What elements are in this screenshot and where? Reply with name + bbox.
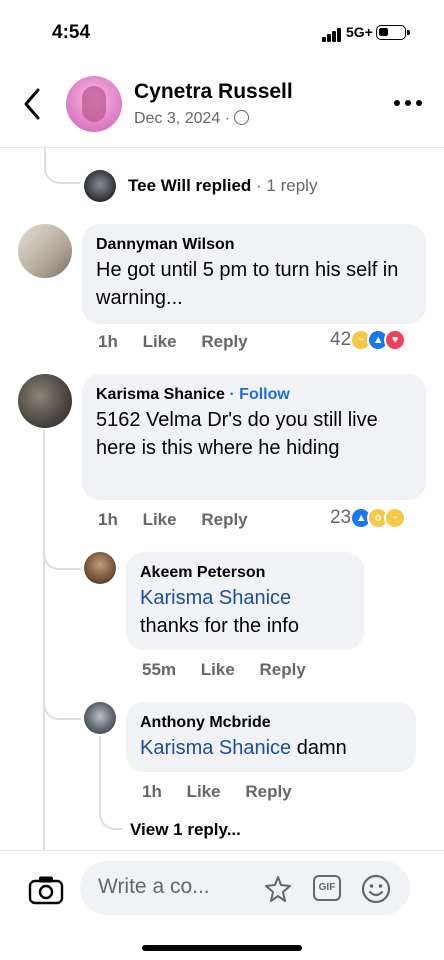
reply-author[interactable]: Akeem Peterson [140, 562, 350, 584]
post-date: Dec 3, 2024 · [134, 110, 250, 128]
view-more-replies-link[interactable]: View 1 reply... [130, 820, 241, 840]
reply-button[interactable]: Reply [201, 510, 247, 529]
like-button[interactable]: Like [143, 510, 177, 529]
reaction-count: 42 [330, 329, 352, 350]
sticker-icon[interactable] [262, 873, 294, 905]
comment-author-line: Karisma Shanice · Follow [96, 384, 412, 406]
reply-actions: 1h Like Reply [142, 782, 312, 802]
reply-bubble: Anthony Mcbride Karisma Shanice damn [126, 702, 416, 772]
reply-time: 1h [142, 782, 162, 801]
thread-line [43, 430, 45, 850]
avatar[interactable] [18, 374, 72, 428]
thread-line [99, 736, 101, 798]
avatar[interactable] [18, 224, 72, 278]
like-button[interactable]: Like [143, 332, 177, 351]
comment-composer: Write a co... GIF [0, 850, 444, 960]
reply-text: thanks for the info [140, 615, 299, 637]
more-icon[interactable] [394, 100, 422, 108]
collapsed-reply-name: Tee Will replied [128, 176, 252, 195]
back-chevron-icon[interactable] [18, 84, 48, 124]
status-time: 4:54 [52, 22, 91, 43]
avatar[interactable] [84, 552, 116, 584]
like-button[interactable]: Like [187, 782, 221, 801]
reply-button[interactable]: Reply [245, 782, 291, 801]
comment-time: 1h [98, 332, 118, 351]
comment-bubble: Dannyman Wilson He got until 5 pm to tur… [82, 224, 426, 324]
reply-actions: 55m Like Reply [142, 660, 326, 680]
signal-icon [322, 28, 342, 42]
reaction-summary[interactable]: 23 ▲ o ᵕ [330, 507, 407, 529]
emoji-icon[interactable] [360, 873, 392, 905]
page-title[interactable]: Cynetra Russell [134, 80, 293, 104]
comment-actions: 1h Like Reply [98, 332, 268, 352]
avatar[interactable] [84, 702, 116, 734]
globe-icon [234, 110, 250, 125]
comment-text: He got until 5 pm to turn his self in wa… [96, 259, 399, 309]
reaction-summary[interactable]: 42 ᵕ ▲ ♥ [330, 329, 407, 351]
comment-input-placeholder: Write a co... [98, 875, 210, 898]
reply-button[interactable]: Reply [260, 660, 306, 679]
comment-author[interactable]: Karisma Shanice [96, 386, 225, 403]
thread-line [43, 690, 81, 720]
comment-actions: 1h Like Reply [98, 510, 268, 530]
collapsed-reply-summary[interactable]: Tee Will replied · 1 reply [128, 176, 317, 196]
collapsed-reply-count: · 1 reply [256, 176, 318, 195]
comment-text: 5162 Velma Dr's do you still live here i… [96, 409, 378, 459]
camera-icon[interactable] [28, 875, 64, 905]
gif-button[interactable]: GIF [313, 875, 341, 901]
love-reaction-icon: ♥ [384, 329, 407, 351]
reply-bubble: Akeem Peterson Karisma Shanice thanks fo… [126, 552, 364, 650]
reply-text: damn [291, 737, 347, 759]
reply-text-line: Karisma Shanice damn [140, 734, 402, 762]
comment-author[interactable]: Dannyman Wilson [96, 234, 412, 256]
reaction-count: 23 [330, 507, 352, 528]
reply-author[interactable]: Anthony Mcbride [140, 712, 402, 734]
comment-bubble: Karisma Shanice · Follow 5162 Velma Dr's… [82, 374, 426, 500]
reply-time: 55m [142, 660, 177, 679]
home-indicator [142, 945, 302, 951]
like-button[interactable]: Like [201, 660, 235, 679]
avatar[interactable] [66, 76, 122, 132]
mention-link[interactable]: Karisma Shanice [140, 584, 350, 612]
network-label: 5G+ [346, 24, 373, 40]
status-bar: 4:54 5G+ [0, 0, 444, 62]
thread-line [43, 540, 81, 570]
post-date-text: Dec 3, 2024 · [134, 110, 231, 127]
reply-button[interactable]: Reply [201, 332, 247, 351]
post-header: Cynetra Russell Dec 3, 2024 · [0, 62, 444, 148]
comment-input[interactable]: Write a co... GIF [80, 861, 410, 915]
mention-link[interactable]: Karisma Shanice [140, 737, 291, 759]
comment-time: 1h [98, 510, 118, 529]
thread-line [99, 790, 123, 830]
avatar[interactable] [84, 170, 116, 202]
thread-line [44, 148, 80, 184]
haha-reaction-icon: ᵕ [384, 507, 407, 529]
battery-icon [376, 25, 410, 40]
follow-link[interactable]: · Follow [229, 386, 289, 403]
